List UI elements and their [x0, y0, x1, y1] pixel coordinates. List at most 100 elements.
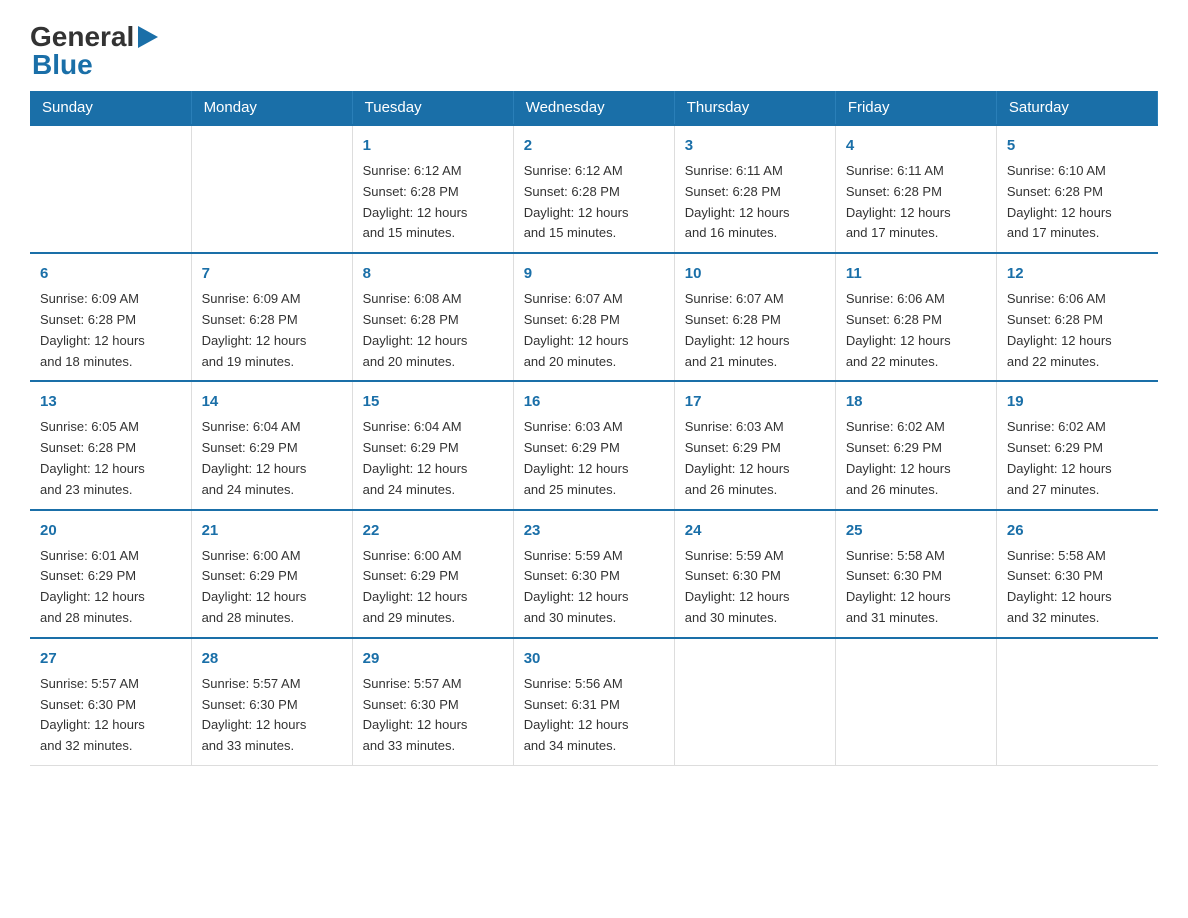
calendar-cell [996, 638, 1157, 766]
day-info: Sunrise: 5:59 AMSunset: 6:30 PMDaylight:… [524, 546, 664, 629]
header-cell-wednesday: Wednesday [513, 91, 674, 125]
day-info: Sunrise: 6:04 AMSunset: 6:29 PMDaylight:… [363, 417, 503, 500]
day-number: 17 [685, 390, 825, 414]
calendar-cell: 19Sunrise: 6:02 AMSunset: 6:29 PMDayligh… [996, 381, 1157, 509]
header-row: SundayMondayTuesdayWednesdayThursdayFrid… [30, 91, 1158, 125]
day-number: 12 [1007, 262, 1148, 286]
day-number: 21 [202, 519, 342, 543]
day-info: Sunrise: 5:59 AMSunset: 6:30 PMDaylight:… [685, 546, 825, 629]
day-number: 16 [524, 390, 664, 414]
calendar-cell: 1 Sunrise: 6:12 AMSunset: 6:28 PMDaylight… [352, 125, 513, 253]
calendar-cell: 23 Sunrise: 5:59 AMSunset: 6:30 PMDayligh… [513, 510, 674, 638]
calendar-cell: 30 Sunrise: 5:56 AMSunset: 6:31 PMDayligh… [513, 638, 674, 766]
calendar-cell: 16 Sunrise: 6:03 AMSunset: 6:29 PMDayligh… [513, 381, 674, 509]
day-number: 1 [363, 134, 503, 158]
calendar-cell: 29 Sunrise: 5:57 AMSunset: 6:30 PMDayligh… [352, 638, 513, 766]
day-info: Sunrise: 6:01 AMSunset: 6:29 PMDaylight:… [40, 546, 181, 629]
day-info: Sunrise: 5:58 AMSunset: 6:30 PMDaylight:… [1007, 546, 1148, 629]
calendar-cell: 28Sunrise: 5:57 AMSunset: 6:30 PMDayligh… [191, 638, 352, 766]
calendar-cell: 13 Sunrise: 6:05 AMSunset: 6:28 PMDayligh… [30, 381, 191, 509]
day-info: Sunrise: 5:57 AMSunset: 6:30 PMDaylight:… [202, 674, 342, 757]
day-info: Sunrise: 6:08 AMSunset: 6:28 PMDaylight:… [363, 289, 503, 372]
day-number: 23 [524, 519, 664, 543]
day-info: Sunrise: 6:02 AMSunset: 6:29 PMDaylight:… [1007, 417, 1148, 500]
day-info: Sunrise: 5:56 AMSunset: 6:31 PMDaylight:… [524, 674, 664, 757]
day-info: Sunrise: 6:00 AMSunset: 6:29 PMDaylight:… [202, 546, 342, 629]
day-number: 25 [846, 519, 986, 543]
day-number: 4 [846, 134, 986, 158]
calendar-cell: 14Sunrise: 6:04 AMSunset: 6:29 PMDayligh… [191, 381, 352, 509]
day-info: Sunrise: 5:57 AMSunset: 6:30 PMDaylight:… [40, 674, 181, 757]
day-number: 27 [40, 647, 181, 671]
calendar-cell [191, 125, 352, 253]
day-info: Sunrise: 6:04 AMSunset: 6:29 PMDaylight:… [202, 417, 342, 500]
day-number: 3 [685, 134, 825, 158]
day-number: 22 [363, 519, 503, 543]
calendar-cell: 27 Sunrise: 5:57 AMSunset: 6:30 PMDayligh… [30, 638, 191, 766]
calendar-cell: 10 Sunrise: 6:07 AMSunset: 6:28 PMDayligh… [674, 253, 835, 381]
day-info: Sunrise: 6:12 AMSunset: 6:28 PMDaylight:… [363, 161, 503, 244]
calendar-cell: 22 Sunrise: 6:00 AMSunset: 6:29 PMDayligh… [352, 510, 513, 638]
calendar-week-1: 1 Sunrise: 6:12 AMSunset: 6:28 PMDaylight… [30, 125, 1158, 253]
calendar-cell: 26 Sunrise: 5:58 AMSunset: 6:30 PMDayligh… [996, 510, 1157, 638]
day-info: Sunrise: 6:11 AMSunset: 6:28 PMDaylight:… [685, 161, 825, 244]
calendar-cell: 12 Sunrise: 6:06 AMSunset: 6:28 PMDayligh… [996, 253, 1157, 381]
day-info: Sunrise: 6:00 AMSunset: 6:29 PMDaylight:… [363, 546, 503, 629]
day-number: 26 [1007, 519, 1148, 543]
day-info: Sunrise: 6:06 AMSunset: 6:28 PMDaylight:… [1007, 289, 1148, 372]
calendar-week-2: 6 Sunrise: 6:09 AMSunset: 6:28 PMDaylight… [30, 253, 1158, 381]
header-cell-saturday: Saturday [996, 91, 1157, 125]
calendar-cell: 8 Sunrise: 6:08 AMSunset: 6:28 PMDaylight… [352, 253, 513, 381]
calendar-cell: 11 Sunrise: 6:06 AMSunset: 6:28 PMDayligh… [835, 253, 996, 381]
header-cell-monday: Monday [191, 91, 352, 125]
day-info: Sunrise: 6:11 AMSunset: 6:28 PMDaylight:… [846, 161, 986, 244]
day-info: Sunrise: 6:09 AMSunset: 6:28 PMDaylight:… [202, 289, 342, 372]
day-info: Sunrise: 6:07 AMSunset: 6:28 PMDaylight:… [685, 289, 825, 372]
calendar-cell: 15 Sunrise: 6:04 AMSunset: 6:29 PMDayligh… [352, 381, 513, 509]
calendar-week-5: 27 Sunrise: 5:57 AMSunset: 6:30 PMDayligh… [30, 638, 1158, 766]
calendar-header: SundayMondayTuesdayWednesdayThursdayFrid… [30, 91, 1158, 125]
calendar-cell: 4 Sunrise: 6:11 AMSunset: 6:28 PMDaylight… [835, 125, 996, 253]
day-info: Sunrise: 6:12 AMSunset: 6:28 PMDaylight:… [524, 161, 664, 244]
logo-general: General [30, 21, 134, 53]
calendar-body: 1 Sunrise: 6:12 AMSunset: 6:28 PMDaylight… [30, 125, 1158, 765]
day-number: 18 [846, 390, 986, 414]
calendar-cell: 21 Sunrise: 6:00 AMSunset: 6:29 PMDayligh… [191, 510, 352, 638]
day-number: 15 [363, 390, 503, 414]
calendar-cell: 6Sunrise: 6:09 AMSunset: 6:28 PMDaylight… [30, 253, 191, 381]
day-number: 6 [40, 262, 181, 286]
day-number: 2 [524, 134, 664, 158]
calendar-cell: 24Sunrise: 5:59 AMSunset: 6:30 PMDayligh… [674, 510, 835, 638]
day-number: 30 [524, 647, 664, 671]
calendar-cell: 9 Sunrise: 6:07 AMSunset: 6:28 PMDaylight… [513, 253, 674, 381]
day-number: 20 [40, 519, 181, 543]
day-number: 9 [524, 262, 664, 286]
logo: General Blue [30, 20, 158, 81]
day-info: Sunrise: 5:58 AMSunset: 6:30 PMDaylight:… [846, 546, 986, 629]
calendar-cell: 2 Sunrise: 6:12 AMSunset: 6:28 PMDaylight… [513, 125, 674, 253]
day-number: 8 [363, 262, 503, 286]
calendar-cell [674, 638, 835, 766]
day-number: 13 [40, 390, 181, 414]
header-cell-tuesday: Tuesday [352, 91, 513, 125]
calendar-cell: 17Sunrise: 6:03 AMSunset: 6:29 PMDayligh… [674, 381, 835, 509]
day-number: 29 [363, 647, 503, 671]
day-number: 11 [846, 262, 986, 286]
calendar-cell: 18Sunrise: 6:02 AMSunset: 6:29 PMDayligh… [835, 381, 996, 509]
day-info: Sunrise: 6:07 AMSunset: 6:28 PMDaylight:… [524, 289, 664, 372]
calendar-cell: 5Sunrise: 6:10 AMSunset: 6:28 PMDaylight… [996, 125, 1157, 253]
header-cell-friday: Friday [835, 91, 996, 125]
day-number: 10 [685, 262, 825, 286]
header-cell-thursday: Thursday [674, 91, 835, 125]
day-info: Sunrise: 6:03 AMSunset: 6:29 PMDaylight:… [524, 417, 664, 500]
calendar-cell: 20 Sunrise: 6:01 AMSunset: 6:29 PMDayligh… [30, 510, 191, 638]
day-info: Sunrise: 6:06 AMSunset: 6:28 PMDaylight:… [846, 289, 986, 372]
day-info: Sunrise: 6:05 AMSunset: 6:28 PMDaylight:… [40, 417, 181, 500]
day-info: Sunrise: 5:57 AMSunset: 6:30 PMDaylight:… [363, 674, 503, 757]
logo-blue: Blue [32, 49, 93, 81]
header-cell-sunday: Sunday [30, 91, 191, 125]
day-info: Sunrise: 6:10 AMSunset: 6:28 PMDaylight:… [1007, 161, 1148, 244]
calendar-table: SundayMondayTuesdayWednesdayThursdayFrid… [30, 91, 1158, 766]
calendar-week-3: 13 Sunrise: 6:05 AMSunset: 6:28 PMDayligh… [30, 381, 1158, 509]
page-header: General Blue [30, 20, 1158, 81]
